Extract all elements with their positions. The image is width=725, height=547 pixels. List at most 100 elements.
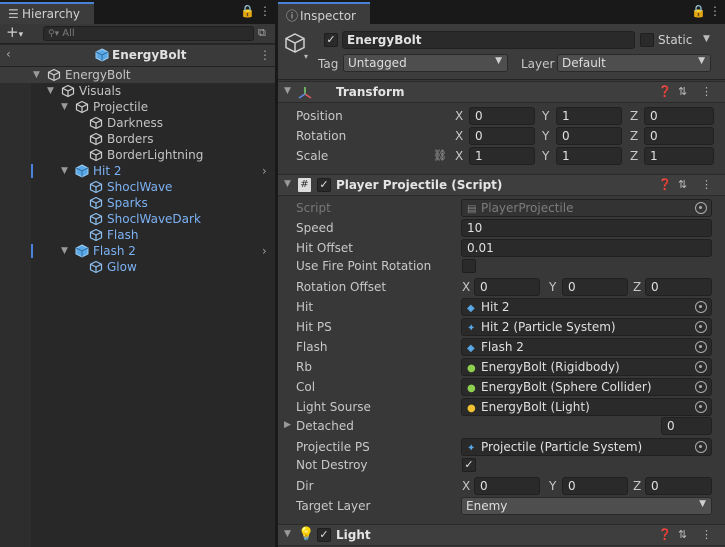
kebab-menu-icon[interactable]: ⋮ [259, 4, 271, 18]
hierarchy-item[interactable]: Glow [0, 259, 275, 275]
target-picker-icon[interactable] [695, 381, 707, 393]
object-field[interactable]: ✦ Hit 2 (Particle System) [461, 318, 712, 336]
hierarchy-item[interactable]: ▼ EnergyBolt [0, 67, 275, 83]
help-icon[interactable]: ❓ [658, 85, 672, 98]
target-picker-icon[interactable] [695, 341, 707, 353]
foldout-arrow-icon[interactable]: ▼ [284, 179, 291, 189]
object-name-input[interactable]: EnergyBolt [342, 31, 635, 49]
target-layer-dropdown[interactable]: Enemy ▼ [461, 497, 712, 515]
hierarchy-item[interactable]: ▼ Visuals [0, 83, 275, 99]
rotation-field[interactable]: 0 [556, 127, 622, 145]
light-header[interactable]: ▼ 💡 ✓ Light ❓ ⇅ ⋮ [278, 524, 725, 546]
hierarchy-item[interactable]: Sparks [0, 195, 275, 211]
vector-field[interactable]: 0 [474, 477, 540, 495]
kebab-menu-icon[interactable]: ⋮ [701, 178, 712, 191]
help-icon[interactable]: ❓ [658, 528, 672, 541]
hierarchy-item[interactable]: Flash [0, 227, 275, 243]
hierarchy-item[interactable]: ▼ Projectile [0, 99, 275, 115]
hierarchy-item-label: ShoclWave [107, 180, 173, 194]
scale-field[interactable]: 1 [469, 147, 535, 165]
player-projectile-header[interactable]: ▼ # ✓ Player Projectile (Script) ❓ ⇅ ⋮ [278, 174, 725, 196]
expand-arrow-icon[interactable]: ▼ [61, 99, 71, 115]
object-field[interactable]: ◆ Hit 2 [461, 298, 712, 316]
scale-field[interactable]: 1 [644, 147, 714, 165]
toggle-checkbox[interactable]: ✓ [462, 458, 476, 472]
position-field[interactable]: 1 [556, 107, 622, 125]
hierarchy-item[interactable]: ShoclWave [0, 179, 275, 195]
script-field-row: Hit PS ✦ Hit 2 (Particle System) [278, 317, 725, 337]
lock-icon[interactable]: 🔒 [240, 4, 255, 18]
object-field[interactable]: ● EnergyBolt (Light) [461, 398, 712, 416]
hierarchy-item[interactable]: Darkness [0, 115, 275, 131]
transform-header[interactable]: ▼ Transform ❓ ⇅ ⋮ [278, 81, 725, 103]
position-field[interactable]: 0 [469, 107, 535, 125]
object-field[interactable]: ● EnergyBolt (Sphere Collider) [461, 378, 712, 396]
foldout-arrow-icon[interactable]: ▶ [284, 420, 291, 430]
hierarchy-item[interactable]: Borders [0, 131, 275, 147]
component-enabled-checkbox[interactable]: ✓ [317, 178, 331, 192]
hierarchy-item[interactable]: ShoclWaveDark [0, 211, 275, 227]
object-field[interactable]: ✦ Projectile (Particle System) [461, 438, 712, 456]
help-icon[interactable]: ❓ [658, 178, 672, 191]
kebab-menu-icon[interactable]: ⋮ [709, 4, 721, 18]
target-picker-icon[interactable] [695, 441, 707, 453]
target-picker-icon[interactable] [695, 321, 707, 333]
active-checkbox[interactable]: ✓ [324, 33, 338, 47]
toggle-checkbox[interactable] [462, 259, 476, 273]
value-field[interactable]: 0.01 [461, 239, 712, 257]
foldout-arrow-icon[interactable]: ▼ [284, 529, 291, 539]
expand-arrow-icon[interactable]: ▼ [61, 163, 71, 179]
preset-icon[interactable]: ⇅ [678, 178, 687, 191]
object-field[interactable]: ● EnergyBolt (Rigidbody) [461, 358, 712, 376]
hierarchy-item[interactable]: ▼ Hit 2 › [0, 163, 275, 179]
target-picker-icon[interactable] [695, 301, 707, 313]
preset-icon[interactable]: ⇅ [678, 528, 687, 541]
kebab-menu-icon[interactable]: ⋮ [701, 528, 712, 541]
tag-dropdown[interactable]: Untagged ▼ [343, 54, 508, 72]
expand-arrow-icon[interactable]: ▼ [33, 67, 43, 83]
static-checkbox[interactable] [640, 33, 654, 47]
add-button[interactable]: +▾ [6, 23, 23, 41]
foldout-arrow-icon[interactable]: ▼ [284, 86, 291, 96]
constrain-proportions-icon[interactable]: ⛓ [433, 149, 447, 162]
lock-icon[interactable]: 🔒 [691, 4, 706, 18]
back-arrow-icon[interactable]: ‹ [6, 47, 11, 61]
search-input[interactable]: ⚲▾ All [43, 26, 254, 41]
field-label: Use Fire Point Rotation [296, 259, 432, 273]
scene-view-icon[interactable]: ⧉ [258, 26, 266, 40]
inspector-tabbar: ⓘ Inspector 🔒 ⋮ [278, 0, 725, 24]
object-field[interactable]: ◆ Flash 2 [461, 338, 712, 356]
scale-field[interactable]: 1 [556, 147, 622, 165]
layer-dropdown[interactable]: Default ▼ [557, 54, 711, 72]
list-size-field[interactable]: 0 [661, 417, 712, 435]
chevron-down-icon[interactable]: ▾ [304, 52, 308, 61]
kebab-menu-icon[interactable]: ⋮ [701, 85, 712, 98]
hierarchy-item[interactable]: ▼ Flash 2 › [0, 243, 275, 259]
vector-field[interactable]: 0 [645, 278, 712, 296]
static-dropdown-icon[interactable]: ▼ [703, 34, 710, 44]
vector-field[interactable]: 0 [474, 278, 540, 296]
component-enabled-checkbox[interactable]: ✓ [317, 528, 331, 542]
chevron-right-icon[interactable]: › [262, 163, 267, 179]
vector-field[interactable]: 0 [645, 477, 712, 495]
vector-field[interactable]: 0 [562, 477, 628, 495]
vector-field[interactable]: 0 [562, 278, 628, 296]
kebab-menu-icon[interactable]: ⋮ [259, 48, 271, 62]
hierarchy-tab[interactable]: ☰ Hierarchy [0, 2, 94, 24]
target-picker-icon[interactable] [695, 361, 707, 373]
script-field-row: Flash ◆ Flash 2 [278, 337, 725, 357]
preset-icon[interactable]: ⇅ [678, 85, 687, 98]
chevron-right-icon[interactable]: › [262, 243, 267, 259]
position-field[interactable]: 0 [644, 107, 714, 125]
hierarchy-item-label: BorderLightning [107, 148, 204, 162]
inspector-tab[interactable]: ⓘ Inspector [278, 2, 370, 24]
light-bulb-icon: 💡 [298, 527, 315, 542]
rotation-field[interactable]: 0 [644, 127, 714, 145]
rotation-field[interactable]: 0 [469, 127, 535, 145]
value-field[interactable]: 10 [461, 219, 712, 237]
target-picker-icon[interactable] [695, 202, 707, 214]
target-picker-icon[interactable] [695, 401, 707, 413]
hierarchy-item[interactable]: BorderLightning [0, 147, 275, 163]
expand-arrow-icon[interactable]: ▼ [47, 83, 57, 99]
expand-arrow-icon[interactable]: ▼ [61, 243, 71, 259]
